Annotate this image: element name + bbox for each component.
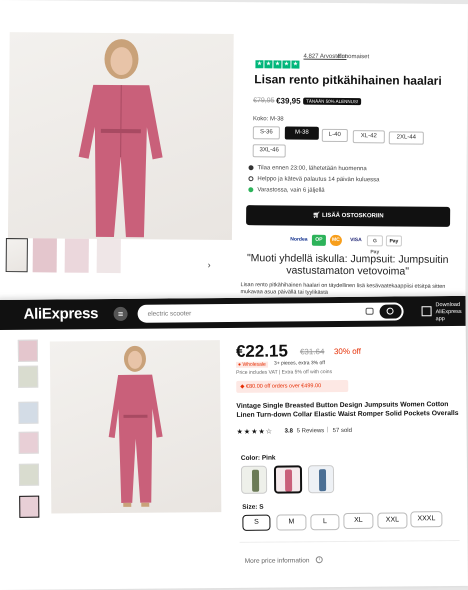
main-product-image bbox=[7, 32, 234, 241]
vat-text: Price includes VAT | Extra 5% off with c… bbox=[236, 369, 333, 376]
payment-icon-nordea: Nordea bbox=[290, 236, 308, 243]
search-icon bbox=[386, 307, 394, 315]
color-option-green[interactable] bbox=[240, 465, 268, 494]
aliexpress-logo[interactable]: AliExpress bbox=[24, 305, 99, 323]
sold-count: 57 sold bbox=[332, 427, 353, 435]
gallery-thumbnail[interactable] bbox=[18, 431, 39, 454]
gallery-thumbnail[interactable] bbox=[18, 401, 39, 424]
gallery-thumbnail[interactable] bbox=[18, 463, 40, 486]
camera-search-icon[interactable] bbox=[365, 307, 374, 315]
perk-text: Helppo ja kätevä palautus 14 päivän kulu… bbox=[257, 176, 380, 184]
cart-icon: 🛒︎ bbox=[312, 212, 323, 219]
payment-icon-mastercard: MC bbox=[329, 234, 342, 246]
color-option-blue[interactable] bbox=[307, 465, 335, 494]
jumpsuit-model-image bbox=[108, 345, 163, 507]
size-option[interactable]: XL-42 bbox=[352, 130, 385, 144]
gallery-thumbnail[interactable] bbox=[17, 339, 39, 362]
size-option[interactable]: M bbox=[276, 514, 307, 531]
payment-icon-visa: VISA bbox=[350, 237, 362, 244]
size-option[interactable]: XXXL bbox=[410, 511, 443, 528]
size-option[interactable]: 2XL-44 bbox=[388, 131, 424, 145]
wholesale-badge-label: Wholesale bbox=[242, 361, 266, 368]
stock-icon bbox=[248, 187, 254, 193]
thumbnail[interactable] bbox=[5, 238, 28, 273]
color-swatch bbox=[284, 469, 293, 492]
old-price: €31.64 bbox=[299, 347, 325, 357]
divider bbox=[239, 539, 460, 543]
add-to-cart-button[interactable]: 🛒︎ LISÄÄ OSTOSKORIIN bbox=[246, 205, 451, 227]
size-option[interactable]: XXL bbox=[377, 512, 408, 529]
sale-badge: TÄNÄÄN 50% ALENNUS! bbox=[303, 97, 362, 106]
size-label: Size: S bbox=[242, 503, 264, 511]
color-option-pink-selected[interactable] bbox=[273, 465, 303, 494]
price: €22.15 bbox=[235, 341, 289, 361]
thumbnail[interactable] bbox=[32, 238, 57, 273]
download-app-text[interactable]: Download AliExpress app bbox=[436, 302, 466, 323]
payment-icon-op: OP bbox=[311, 234, 326, 246]
search-input[interactable] bbox=[147, 305, 348, 320]
thumbnail[interactable] bbox=[96, 238, 121, 274]
size-option[interactable]: L bbox=[310, 514, 340, 531]
search-bar[interactable] bbox=[137, 302, 404, 323]
app-qr-icon[interactable] bbox=[421, 306, 432, 317]
cart-button-label: LISÄÄ OSTOSKORIIN bbox=[321, 212, 384, 220]
reviews-link[interactable]: 5 Reviews bbox=[297, 428, 325, 434]
size-option-selected[interactable]: M-38 bbox=[284, 126, 319, 140]
size-label: Koko: M-38 bbox=[252, 116, 284, 123]
more-price-info-link[interactable]: More price information bbox=[245, 557, 310, 565]
size-option[interactable]: L-40 bbox=[321, 128, 348, 143]
truck-icon bbox=[248, 165, 254, 171]
size-option[interactable]: XL bbox=[343, 512, 374, 530]
return-icon bbox=[248, 176, 254, 182]
rating-badge: Ennomaiset bbox=[337, 53, 370, 61]
wholesale-text: 3+ pieces, extra 3% off bbox=[274, 360, 325, 367]
gallery-thumbnail[interactable] bbox=[18, 365, 39, 388]
perk-text: Tilaa ennen 23:00, lähetetään huomenna bbox=[257, 165, 367, 173]
color-swatch bbox=[251, 469, 260, 492]
gallery-thumbnail-selected[interactable] bbox=[19, 495, 40, 518]
next-arrow-icon[interactable]: › bbox=[208, 260, 211, 270]
search-button[interactable] bbox=[379, 304, 402, 319]
coupon-text: €80.00 off orders over €499.00 bbox=[245, 383, 322, 390]
thumbnail[interactable] bbox=[64, 238, 89, 273]
size-option[interactable]: S-36 bbox=[252, 126, 280, 140]
rating-value: 3.8 bbox=[284, 428, 293, 435]
perk-text: Varastossa, vain 6 jäljellä bbox=[257, 187, 325, 194]
size-option[interactable]: 3XL-46 bbox=[252, 144, 286, 158]
main-product-image bbox=[49, 340, 222, 514]
wholesale-badge: ● Wholesale bbox=[236, 361, 268, 368]
aliexpress-header: AliExpress ≡ Download AliExpress app bbox=[0, 295, 466, 331]
old-price: €79,95 bbox=[253, 97, 275, 105]
jumpsuit-model-image bbox=[78, 39, 163, 238]
separator: | bbox=[326, 427, 329, 434]
coupon-banner[interactable]: ◆ €80.00 off orders over €499.00 bbox=[236, 379, 349, 393]
color-label: Color: Pink bbox=[240, 454, 276, 462]
color-swatch bbox=[318, 469, 327, 492]
trustpilot-stars: ★ ★ ★ ★ ★ bbox=[255, 60, 300, 69]
quote-heading: "Muoti yhdellä iskulla: Jumpsuit: Jumpsu… bbox=[246, 252, 449, 278]
product-title: Vintage Single Breasted Button Design Ju… bbox=[236, 401, 459, 419]
menu-icon[interactable]: ≡ bbox=[113, 306, 128, 321]
size-option-selected[interactable]: S bbox=[242, 514, 271, 531]
info-icon[interactable]: i bbox=[315, 556, 323, 564]
product-title: Lisan rento pitkähihainen haalari bbox=[254, 72, 442, 88]
price: €39,95 bbox=[276, 96, 301, 106]
aliexpress-screenshot: AliExpress ≡ Download AliExpress app €22… bbox=[0, 295, 468, 590]
finnish-shop-screenshot: › ★ ★ ★ ★ ★ 4.827 Arvostelut Ennomaiset Lisa… bbox=[0, 0, 468, 305]
discount-text: 30% off bbox=[333, 346, 361, 357]
payment-icon-applepay: Pay bbox=[385, 235, 402, 247]
rating-stars: ★★★★☆ bbox=[236, 428, 274, 436]
payment-icon-gpay: G Pay bbox=[366, 235, 383, 255]
